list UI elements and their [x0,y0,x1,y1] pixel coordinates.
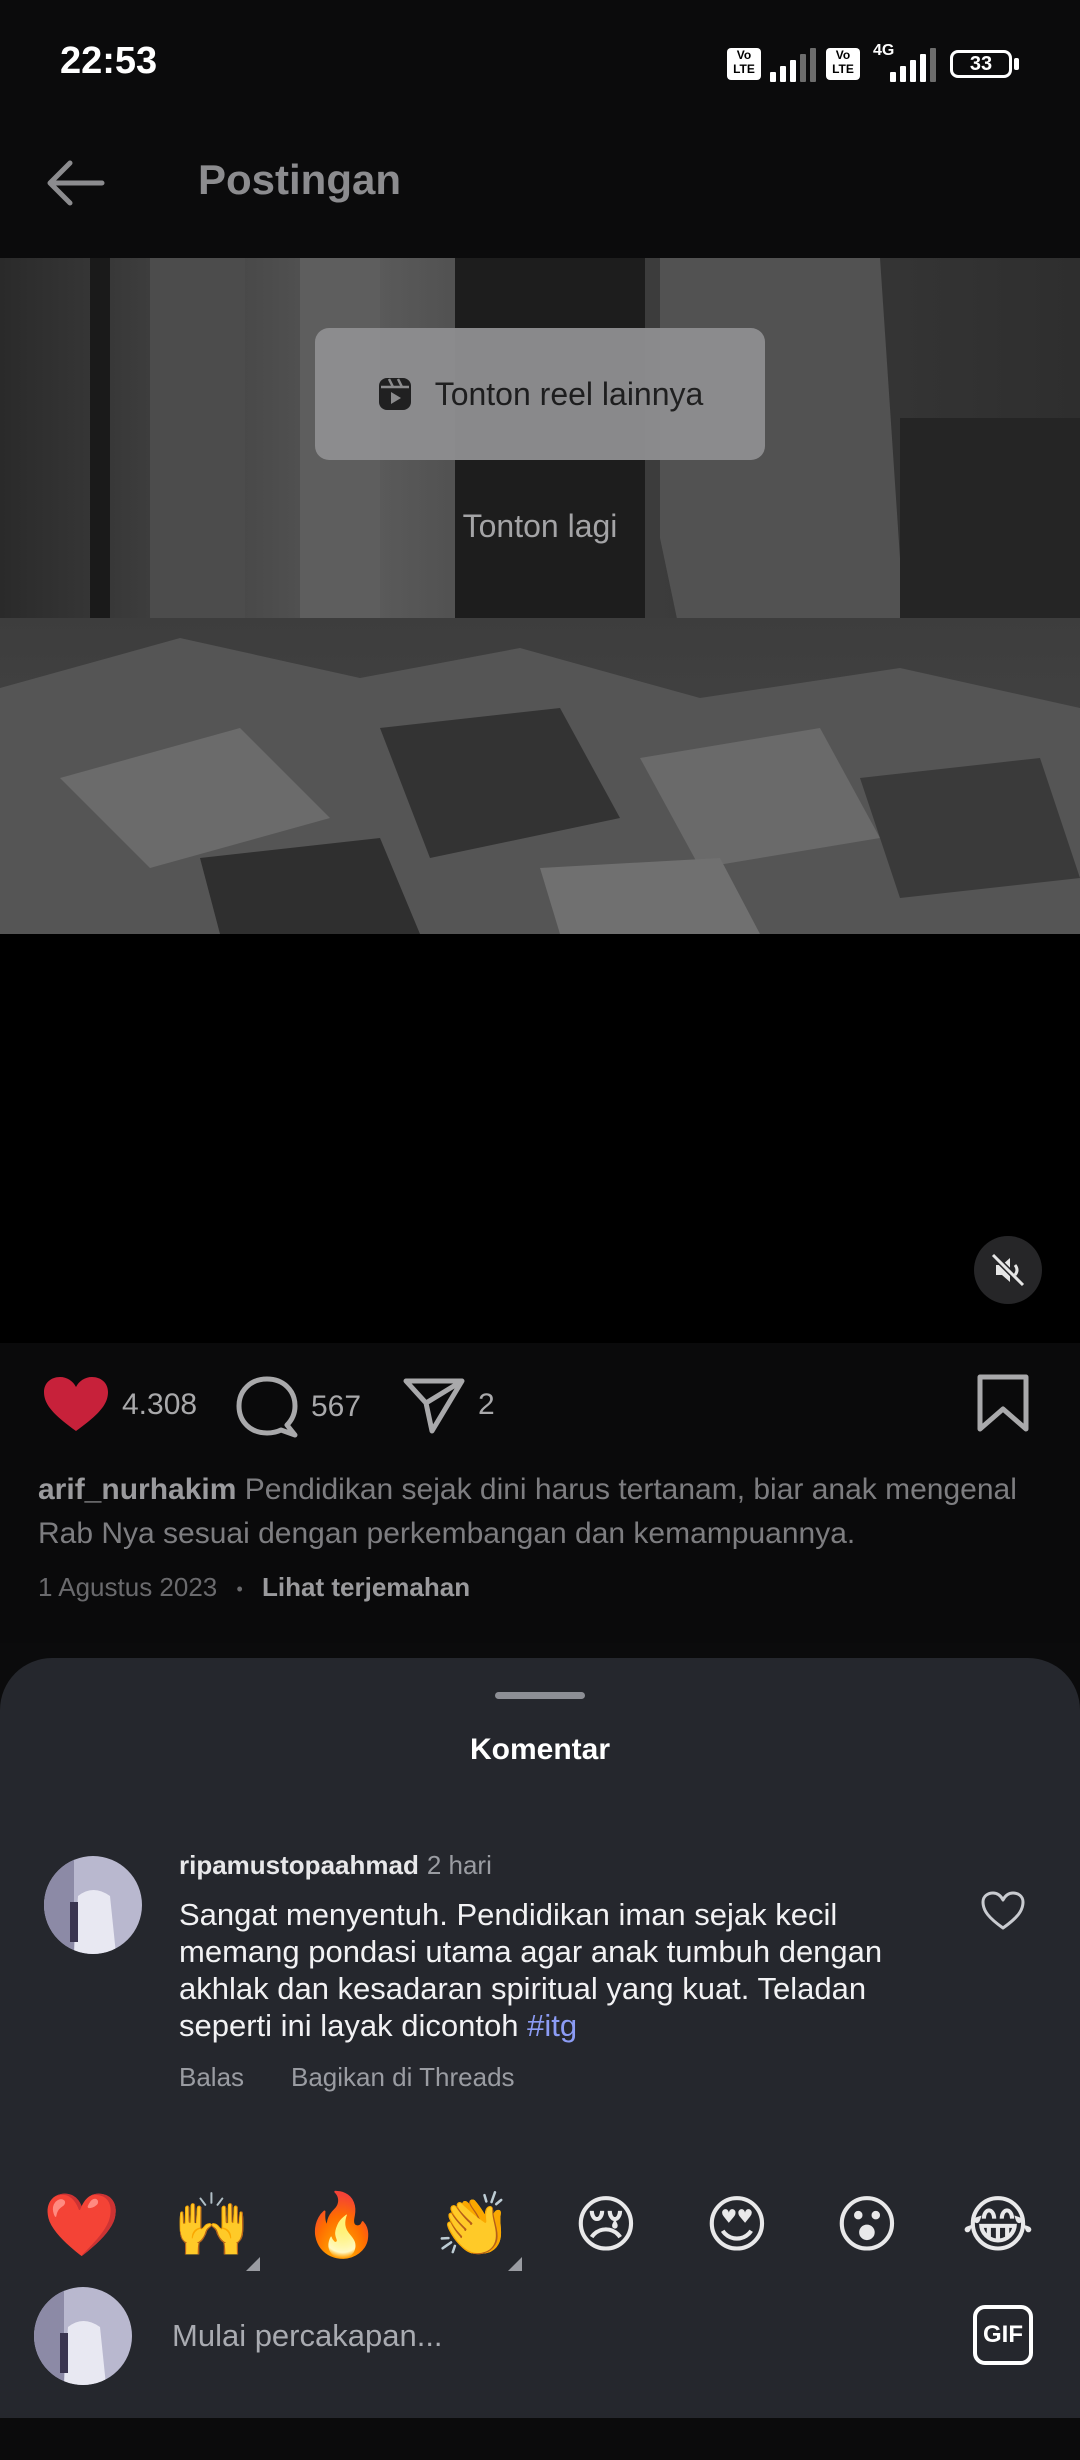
reply-button[interactable]: Balas [179,2062,244,2093]
mute-button[interactable] [974,1236,1042,1304]
like-action: 4.308 [42,1375,197,1435]
emoji-raising-hands-glyph: 🙌 [173,2188,251,2261]
skin-tone-indicator-2 [508,2257,522,2271]
page-title: Postingan [198,156,402,203]
post-caption: arif_nurhakim Pendidikan sejak dini haru… [38,1468,1048,1556]
emoji-clapping-hands[interactable]: 👏 [434,2185,522,2271]
signal-strength-icon [770,46,816,82]
volte-icon-2: Vo LTE [826,48,860,80]
reels-icon [378,378,411,410]
emoji-fire[interactable]: 🔥 [302,2185,382,2265]
caption-username[interactable]: arif_nurhakim [38,1473,236,1506]
sheet-title: Komentar [469,1733,611,1766]
back-button[interactable] [40,148,120,218]
battery-icon: 33 [950,50,1012,78]
meta-separator: • [236,1578,243,1599]
comment-time: 2 hari [426,1850,492,1880]
emoji-surprised-face[interactable]: 😮 [827,2185,907,2265]
emoji-tears-of-joy[interactable]: 😂 [958,2185,1038,2265]
signal-strength-icon-2 [890,46,936,82]
comment-text: Sangat menyentuh. Pendidikan iman sejak … [179,1896,939,2044]
like-count: 4.308 [122,1388,198,1421]
emoji-raising-hands[interactable]: 🙌 [172,2185,260,2271]
emoji-crying-face[interactable]: 😢 [566,2185,646,2265]
comment-header: ripamustopaahmad 2 hari [179,1850,492,1881]
comment-username[interactable]: ripamustopaahmad [179,1850,419,1880]
hashtag-link[interactable]: #itg [527,2008,577,2043]
watch-more-label: Tonton reel lainnya [434,375,704,412]
top-app-bar [0,130,1080,258]
comment-action: 567 [235,1375,361,1439]
watch-more-reels-button[interactable]: Tonton reel lainnya [315,328,765,460]
comment-bubble-icon[interactable] [235,1375,299,1439]
arrow-left-icon [47,160,105,206]
see-translation-link[interactable]: Lihat terjemahan [262,1572,470,1602]
volte-icon: Vo LTE [727,48,761,80]
status-time: 22:53 [60,40,158,82]
battery-tip [1014,58,1019,70]
post-date: 1 Agustus 2023 [38,1572,218,1602]
sheet-drag-handle[interactable] [495,1692,585,1699]
save-button[interactable] [976,1373,1030,1438]
comment-input[interactable] [170,2305,914,2367]
bookmark-icon [977,1374,1029,1432]
avatar[interactable] [44,1856,142,1954]
emoji-clapping-hands-glyph: 👏 [435,2188,513,2261]
system-nav-bar [0,2418,1080,2460]
my-avatar [34,2287,132,2385]
heart-outline-icon [981,1891,1025,1930]
speaker-muted-icon [990,1252,1026,1288]
comment-like-button[interactable] [980,1890,1026,1932]
share-threads-button[interactable]: Bagikan di Threads [291,2062,515,2093]
share-count: 2 [478,1388,495,1421]
emoji-heart-eyes[interactable]: 😍 [697,2185,777,2265]
heart-filled-icon[interactable] [42,1375,110,1435]
post-meta: 1 Agustus 2023 • Lihat terjemahan [38,1572,470,1603]
send-icon[interactable] [402,1375,466,1435]
skin-tone-indicator [246,2257,260,2271]
replay-button[interactable]: Tonton lagi [0,508,1080,545]
comment-count: 567 [311,1390,362,1423]
share-action: 2 [402,1375,495,1435]
emoji-red-heart[interactable]: ❤️ [42,2185,122,2265]
gif-button[interactable]: GIF [973,2305,1033,2365]
